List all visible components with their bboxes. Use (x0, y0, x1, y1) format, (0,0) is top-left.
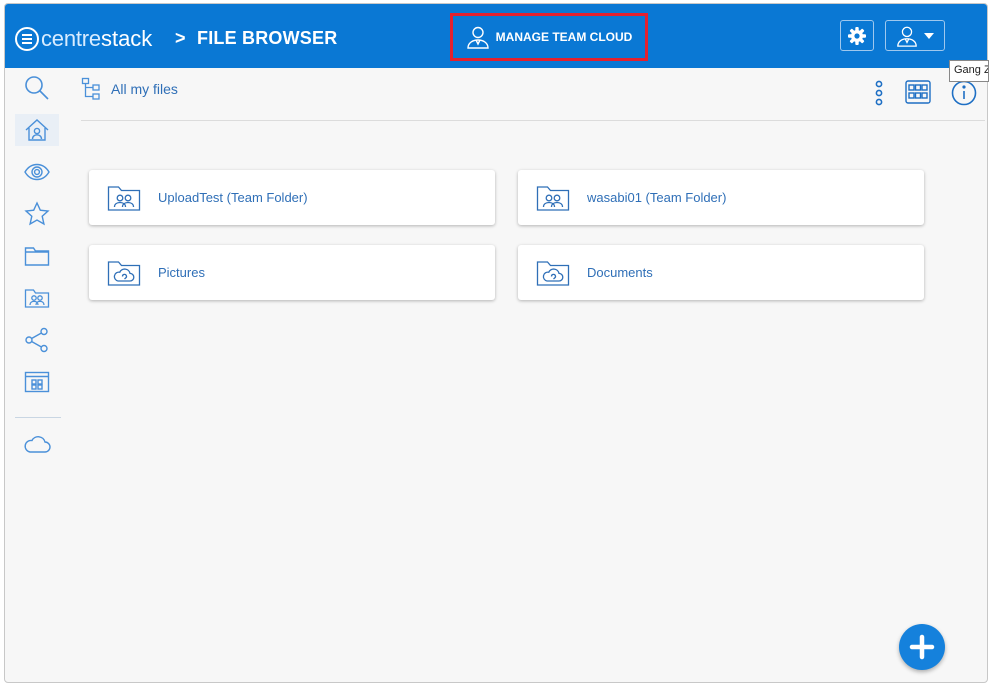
sidebar-item-watch[interactable] (15, 156, 59, 188)
brand-logo[interactable]: centre stack (15, 26, 152, 52)
settings-button[interactable] (840, 20, 874, 51)
file-card-documents[interactable]: Documents (518, 245, 924, 300)
cloud-folder-icon (107, 259, 141, 287)
app-window: centre stack > FILE BROWSER MANAGE TEAM C… (4, 3, 988, 683)
user-tie-icon (466, 26, 489, 49)
sidebar-divider (15, 417, 61, 418)
sidebar-item-favorites[interactable] (15, 198, 59, 230)
star-icon (24, 201, 50, 226)
menu-icon[interactable] (15, 27, 39, 51)
chevron-down-icon (924, 32, 934, 39)
file-card-wasabi01[interactable]: wasabi01 (Team Folder) (518, 170, 924, 225)
plus-icon (909, 634, 935, 660)
apps-icon (24, 371, 50, 393)
sidebar (5, 68, 69, 682)
brand-part2: stack (100, 26, 153, 51)
sidebar-item-search[interactable] (15, 72, 59, 104)
grid-view-icon (905, 80, 931, 104)
breadcrumb[interactable]: All my files (81, 77, 178, 101)
sidebar-item-home[interactable] (15, 114, 59, 146)
sidebar-item-cloud[interactable] (15, 428, 59, 460)
user-tooltip: Gang Z (949, 60, 989, 82)
file-name: wasabi01 (Team Folder) (587, 190, 727, 205)
search-icon (25, 76, 49, 100)
info-button[interactable] (951, 80, 977, 106)
add-button[interactable] (899, 624, 945, 670)
folder-tree-icon (81, 77, 100, 100)
page-title: FILE BROWSER (197, 28, 338, 48)
breadcrumb-separator: > (175, 28, 186, 48)
file-name: Documents (587, 265, 653, 280)
user-icon (897, 26, 917, 47)
manage-team-cloud-button[interactable]: MANAGE TEAM CLOUD (450, 13, 648, 61)
team-folder-icon (24, 289, 50, 308)
more-options-button[interactable] (873, 80, 885, 106)
folder-icon (24, 247, 50, 266)
manage-team-cloud-label: MANAGE TEAM CLOUD (495, 30, 633, 44)
more-vertical-icon (875, 80, 883, 106)
home-icon (25, 119, 49, 141)
file-name: Pictures (158, 265, 205, 280)
eye-icon (24, 163, 50, 181)
gear-icon (848, 26, 866, 45)
team-folder-icon (536, 184, 570, 212)
sidebar-item-folders[interactable] (15, 240, 59, 272)
file-card-uploadtest[interactable]: UploadTest (Team Folder) (89, 170, 495, 225)
toolbar-divider (81, 120, 985, 121)
cloud-icon (24, 436, 51, 453)
team-folder-icon (107, 184, 141, 212)
user-menu-button[interactable] (885, 20, 945, 51)
share-icon (25, 327, 48, 353)
sidebar-item-shares[interactable] (15, 324, 59, 356)
sidebar-item-apps[interactable] (15, 366, 59, 398)
file-name: UploadTest (Team Folder) (158, 190, 308, 205)
brand-part1: centre (41, 26, 101, 51)
breadcrumb-label: All my files (111, 81, 178, 97)
grid-view-button[interactable] (905, 80, 931, 104)
cloud-folder-icon (536, 259, 570, 287)
file-card-pictures[interactable]: Pictures (89, 245, 495, 300)
sidebar-item-team-folders[interactable] (15, 282, 59, 314)
info-icon (951, 80, 977, 106)
top-bar: centre stack > FILE BROWSER MANAGE TEAM C… (5, 4, 987, 68)
